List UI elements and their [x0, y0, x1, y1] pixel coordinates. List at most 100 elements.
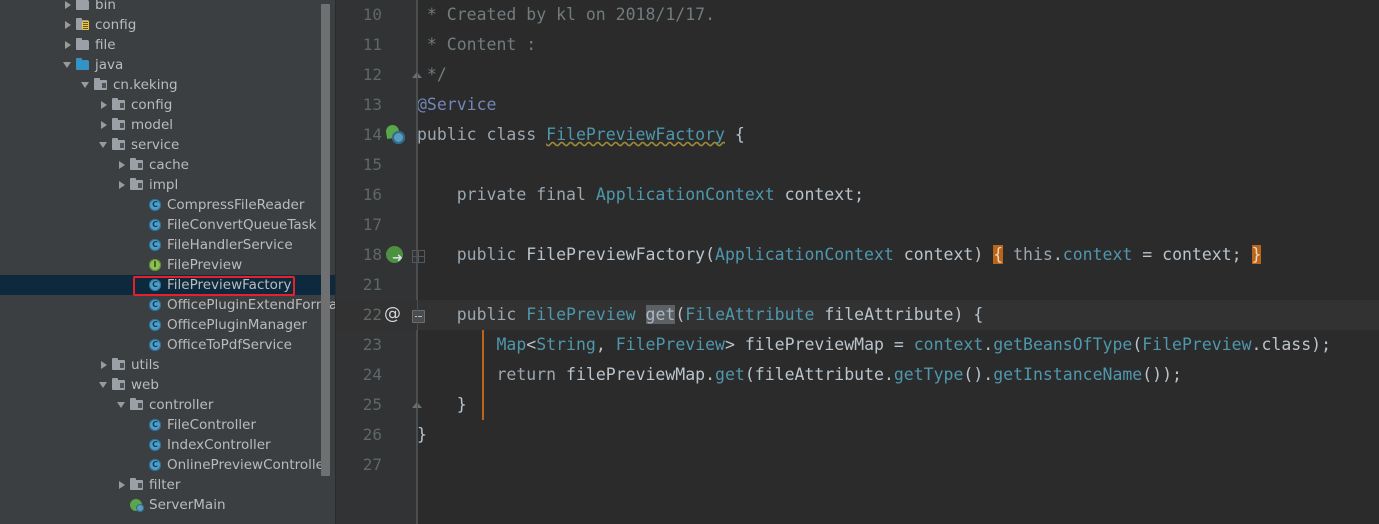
java-class-icon: [147, 435, 164, 455]
tree-item-label: impl: [149, 177, 179, 193]
code-line-13[interactable]: 13 @Service: [336, 90, 1379, 120]
tree-item-label: OfficeToPdfService: [167, 337, 292, 353]
chevron-right-icon[interactable]: [116, 155, 129, 175]
tree-item-officetopdfservice[interactable]: OfficeToPdfService: [0, 335, 336, 355]
tree-item-impl[interactable]: impl: [0, 175, 336, 195]
tree-item-filehandlerservice[interactable]: FileHandlerService: [0, 235, 336, 255]
package-icon: [111, 95, 128, 115]
spring-bean-gutter-icon[interactable]: [384, 123, 408, 147]
java-class-icon: [147, 295, 164, 315]
line-number: 18: [362, 245, 382, 264]
chevron-right-icon[interactable]: [62, 0, 75, 15]
tree-item-file[interactable]: file: [0, 35, 336, 55]
tree-item-config[interactable]: config: [0, 95, 336, 115]
folder-icon: [75, 35, 92, 55]
tree-item-servermain[interactable]: ServerMain: [0, 495, 336, 515]
code-line-21[interactable]: 21: [336, 270, 1379, 300]
tree-item-onlinepreviewcontroller[interactable]: OnlinePreviewController: [0, 455, 336, 475]
code-line-25[interactable]: 25 }: [336, 390, 1379, 420]
chevron-down-icon[interactable]: [62, 55, 75, 75]
tree-item-filepreviewfactory[interactable]: FilePreviewFactory: [0, 275, 336, 295]
package-marker: [120, 383, 124, 388]
tree-item-label: FilePreviewFactory: [167, 277, 292, 293]
code-line-22[interactable]: 22 @ public FilePreview get(FileAttribute…: [336, 300, 1379, 330]
tree-item-java[interactable]: java: [0, 55, 336, 75]
code-line-11[interactable]: 11 * Content :: [336, 30, 1379, 60]
project-tree[interactable]: bin config file java cn.keking config model ser…: [0, 0, 336, 515]
fold-region-connector: [417, 70, 418, 420]
code-line-16[interactable]: 16 private final ApplicationContext cont…: [336, 180, 1379, 210]
code-line-18[interactable]: 18 ➜ public FilePreviewFactory(Applicatio…: [336, 240, 1379, 270]
package-icon: [111, 375, 128, 395]
tree-item-bin[interactable]: bin: [0, 0, 336, 15]
code-line-15[interactable]: 15: [336, 150, 1379, 180]
package-marker: [138, 163, 142, 168]
chevron-down-icon[interactable]: [98, 375, 111, 395]
java-class-icon: [147, 195, 164, 215]
tree-item-model[interactable]: model: [0, 115, 336, 135]
code-line-27[interactable]: 27: [336, 450, 1379, 480]
tree-item-cache[interactable]: cache: [0, 155, 336, 175]
chevron-down-icon[interactable]: [116, 395, 129, 415]
tree-item-label: file: [95, 37, 116, 53]
tree-item-cn-keking[interactable]: cn.keking: [0, 75, 336, 95]
ide-window: bin config file java cn.keking config model ser…: [0, 0, 1379, 524]
chevron-right-icon[interactable]: [98, 115, 111, 135]
tree-item-label: filter: [149, 477, 181, 493]
code-text: public class FilePreviewFactory {: [417, 125, 745, 144]
tree-item-label: config: [95, 17, 137, 33]
tree-item-filecontroller[interactable]: FileController: [0, 415, 336, 435]
chevron-down-icon[interactable]: [98, 135, 111, 155]
source-folder-icon: [75, 55, 92, 75]
tree-item-label: FileController: [167, 417, 256, 433]
annotation-gutter-icon[interactable]: @: [384, 304, 401, 324]
java-class-icon: [147, 215, 164, 235]
chevron-right-icon[interactable]: [98, 95, 111, 115]
sidebar-scrollbar-thumb[interactable]: [321, 4, 330, 476]
tree-item-filter[interactable]: filter: [0, 475, 336, 495]
tree-item-controller[interactable]: controller: [0, 395, 336, 415]
chevron-right-icon[interactable]: [62, 35, 75, 55]
package-marker: [138, 183, 142, 188]
code-text: */: [417, 65, 447, 84]
chevron-right-icon[interactable]: [116, 475, 129, 495]
code-line-10[interactable]: 10 * Created by kl on 2018/1/17.: [336, 0, 1379, 30]
tree-item-web[interactable]: web: [0, 375, 336, 395]
resource-stripes: [82, 21, 89, 30]
editor-pane[interactable]: 10 * Created by kl on 2018/1/17. 11 * Con…: [336, 0, 1379, 524]
tree-item-service[interactable]: service: [0, 135, 336, 155]
code-line-17[interactable]: 17: [336, 210, 1379, 240]
code-line-14[interactable]: 14 public class FilePreviewFactory {: [336, 120, 1379, 150]
line-number: 14: [362, 125, 382, 144]
code-line-24[interactable]: 24 return filePreviewMap.get(fileAttribu…: [336, 360, 1379, 390]
code-line-23[interactable]: 23 Map<String, FilePreview> filePreviewM…: [336, 330, 1379, 360]
tree-item-utils[interactable]: utils: [0, 355, 336, 375]
tree-item-fileconvertqueuetask[interactable]: FileConvertQueueTask: [0, 215, 336, 235]
tree-item-filepreview[interactable]: FilePreview: [0, 255, 336, 275]
code-line-26[interactable]: 26}: [336, 420, 1379, 450]
tree-item-indexcontroller[interactable]: IndexController: [0, 435, 336, 455]
line-number: 25: [362, 395, 382, 414]
spring-dependency-gutter-icon[interactable]: ➜: [386, 246, 408, 268]
tree-item-label: CompressFileReader: [167, 197, 305, 213]
chevron-right-icon[interactable]: [62, 15, 75, 35]
tree-item-label: service: [131, 137, 180, 153]
tree-item-officepluginmanager[interactable]: OfficePluginManager: [0, 315, 336, 335]
tree-item-compressfilereader[interactable]: CompressFileReader: [0, 195, 336, 215]
code-line-12[interactable]: 12 */: [336, 60, 1379, 90]
chevron-right-icon[interactable]: [98, 355, 111, 375]
package-marker: [138, 403, 142, 408]
tree-item-config[interactable]: config: [0, 15, 336, 35]
sidebar-scrollbar-track[interactable]: [321, 0, 333, 524]
chevron-right-icon[interactable]: [116, 175, 129, 195]
project-tool-window[interactable]: bin config file java cn.keking config model ser…: [0, 0, 336, 524]
package-marker: [120, 363, 124, 368]
spring-main-class-icon: [129, 495, 146, 515]
chevron-down-icon[interactable]: [80, 75, 93, 95]
folder-icon: [75, 0, 92, 15]
tree-item-officepluginextendformatreg[interactable]: OfficePluginExtendFormatReg: [0, 295, 336, 315]
